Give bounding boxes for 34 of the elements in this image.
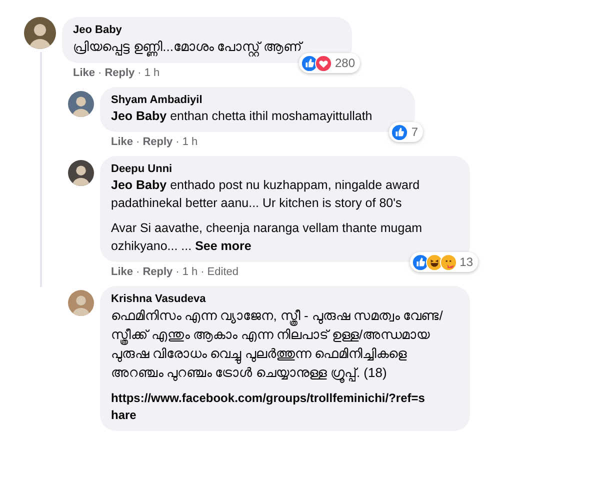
comment-text: ഫെമിനിസം എന്ന വ്യാജേന, സ്ത്രീ - പുരുഷ സമത്വം വേണ്ട/സ്ത്രീക്ക് എന്തും ആകാം എന്ന നിലപാട് ഉള്ള/അന്ധമായ പുരുഷ വിരോധം വെച്ചു പുലർത്തുന്ന ഫെമിനിച്ചികളെ അറഞ്ചം പുറഞ്ചം ട്രോൾ ചെയ്യാനുള്ള ഗ്രൂപ്പ്. (18) (111, 306, 459, 382)
edited-label: Edited (207, 265, 238, 280)
like-link[interactable]: Like (111, 264, 134, 281)
like-link[interactable]: Like (111, 134, 134, 151)
separator: · (136, 265, 140, 280)
separator: · (98, 66, 102, 82)
timestamp: 1 h (182, 135, 198, 150)
timestamp: 1 h (144, 66, 160, 82)
author-name: Krishna Vasudeva (111, 292, 207, 306)
comment-text: Jeo Baby enthan chetta ithil moshamayittullath (111, 108, 374, 125)
separator: · (136, 135, 140, 150)
reaction-count[interactable]: 13 (410, 252, 478, 272)
avatar[interactable] (24, 17, 56, 49)
author-name: Shyam Ambadiyil (111, 93, 204, 107)
separator: · (200, 265, 204, 280)
separator: · (176, 135, 180, 150)
separator: · (138, 66, 142, 82)
reply-link[interactable]: Reply (142, 264, 173, 281)
timestamp: 1 h (182, 265, 198, 280)
avatar[interactable] (68, 91, 94, 117)
reaction-count[interactable]: 280 (298, 53, 360, 73)
comment-text: Avar Si aavathe, cheenja naranga vellam thante mugam ozhikyano... ... See more (111, 220, 424, 255)
author-name: Deepu Unni (111, 162, 174, 176)
reaction-count[interactable]: 7 (389, 122, 423, 142)
link[interactable]: https://www.facebook.com/groups/trollfeminichi/?ref=share (111, 390, 431, 424)
avatar[interactable] (68, 160, 94, 186)
comment-text: Jeo Baby enthado post nu kuzhappam, ningalde award padathinekal better aanu... Ur kitchen is story of 80's (111, 177, 421, 212)
comment-text: പ്രിയപ്പെട്ട ഉണ്ണി...മോശം പോസ്റ്റ് ആണ് (73, 37, 341, 56)
like-link[interactable]: Like (73, 65, 96, 82)
reply-link[interactable]: Reply (104, 65, 135, 82)
separator: · (176, 265, 180, 280)
reply-link[interactable]: Reply (142, 134, 173, 151)
author-name: Jeo Baby (73, 23, 123, 37)
see-more-link[interactable]: See more (192, 239, 252, 253)
